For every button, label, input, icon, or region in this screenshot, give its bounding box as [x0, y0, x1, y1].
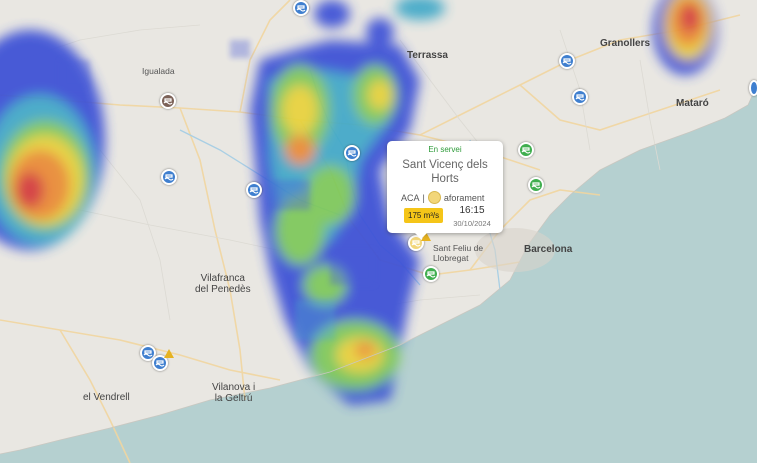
- reading-time: 16:15: [459, 205, 485, 216]
- warning-triangle-icon[interactable]: [164, 349, 174, 358]
- place-label-mataro: Mataró: [676, 98, 709, 109]
- place-label-terrassa: Terrassa: [407, 50, 448, 61]
- station-name: Sant Vicenç dels Horts: [387, 158, 503, 186]
- station-popup[interactable]: En servei Sant Vicenç dels Horts ACA | a…: [387, 141, 503, 239]
- water-gauge-icon: [426, 271, 436, 278]
- station-source: ACA: [401, 192, 420, 203]
- place-label-vilafranca-line1: Vilafranca: [200, 273, 245, 284]
- water-gauge-icon: [562, 58, 572, 65]
- water-gauge-icon: [575, 94, 585, 101]
- water-gauge-icon: [347, 150, 357, 157]
- station-marker[interactable]: [559, 53, 575, 69]
- place-label-sant-feliu-line1: Sant Feliu de: [433, 243, 484, 253]
- place-label-vilafranca: Vilafranca del Penedès: [195, 273, 251, 295]
- station-marker[interactable]: [161, 169, 177, 185]
- gauge-icon: [427, 191, 441, 204]
- station-marker[interactable]: [572, 89, 588, 105]
- station-marker[interactable]: [160, 93, 176, 109]
- place-label-vilanova-line1: Vilanova i: [212, 382, 256, 393]
- station-name-line1: Sant Vicenç dels: [402, 159, 488, 171]
- water-gauge-icon: [163, 98, 173, 105]
- station-marker[interactable]: [246, 182, 262, 198]
- place-label-vendrell: el Vendrell: [83, 392, 130, 403]
- place-label-granollers: Granollers: [600, 38, 651, 49]
- water-gauge-icon: [249, 187, 259, 194]
- popup-pointer: [415, 233, 427, 239]
- station-marker[interactable]: [749, 80, 757, 96]
- place-label-sant-feliu-line2: Llobregat: [433, 253, 469, 263]
- reading-date: 30/10/2024: [453, 219, 491, 228]
- station-source-separator: |: [422, 192, 425, 203]
- water-gauge-icon: [155, 360, 165, 367]
- water-gauge-icon: [143, 350, 153, 357]
- place-label-sant-feliu: Sant Feliu de Llobregat: [433, 243, 483, 263]
- station-marker[interactable]: [528, 177, 544, 193]
- water-gauge-icon: [411, 240, 421, 247]
- flow-badge: 175 m³/s: [404, 208, 444, 223]
- place-label-igualada: Igualada: [142, 66, 175, 76]
- station-marker[interactable]: [518, 142, 534, 158]
- place-label-vilanova: Vilanova i la Geltrú: [212, 382, 255, 404]
- water-gauge-icon: [531, 182, 541, 189]
- station-marker[interactable]: [344, 145, 360, 161]
- water-gauge-icon: [521, 147, 531, 154]
- map-view[interactable]: Barcelona Terrassa Granollers Mataró Igu…: [0, 0, 757, 463]
- station-name-line2: Horts: [431, 173, 459, 185]
- station-source-row: ACA | aforament: [401, 191, 484, 204]
- station-status: En servei: [428, 145, 462, 154]
- water-gauge-icon: [296, 5, 306, 12]
- place-label-barcelona: Barcelona: [524, 244, 573, 255]
- place-label-vilafranca-line2: del Penedès: [195, 284, 251, 295]
- station-gauge-label: aforament: [443, 192, 485, 203]
- place-label-vilanova-line2: la Geltrú: [214, 393, 253, 404]
- water-gauge-icon: [164, 174, 174, 181]
- station-marker[interactable]: [293, 0, 309, 16]
- station-marker[interactable]: [423, 266, 439, 282]
